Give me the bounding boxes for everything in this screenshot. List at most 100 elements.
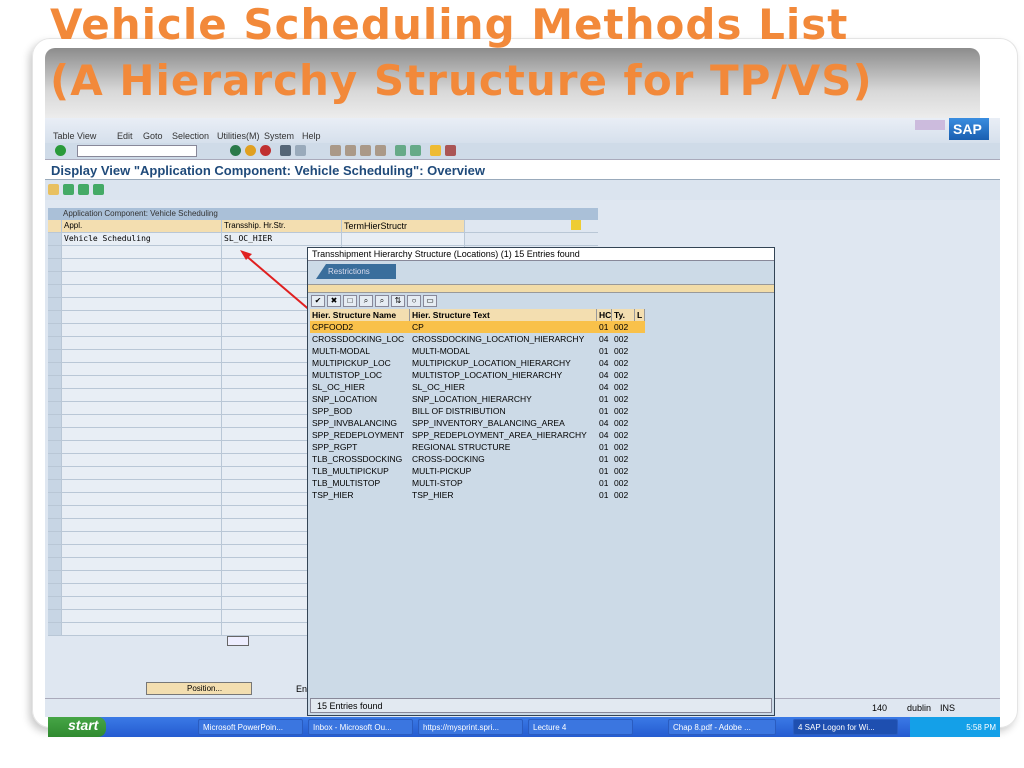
- hit-cell: 04: [599, 382, 609, 392]
- hit-cell: 002: [614, 370, 629, 380]
- hit-list-row[interactable]: SNP_LOCATION SNP_LOCATION_HIERARCHY 01 002: [310, 393, 645, 405]
- hit-list-row[interactable]: CROSSDOCKING_LOC CROSSDOCKING_LOCATION_HI…: [310, 333, 645, 345]
- hit-list-row[interactable]: MULTIPICKUP_LOC MULTIPICKUP_LOCATION_HIER…: [310, 357, 645, 369]
- hit-cell: 04: [599, 370, 609, 380]
- hit-cell: [635, 321, 645, 333]
- hit-cell: 04: [599, 358, 609, 368]
- hit-list: Hier. Structure Name Hier. Structure Tex…: [310, 309, 645, 501]
- hit-cell: TLB_MULTISTOP: [312, 478, 381, 488]
- hit-cell: 002: [614, 478, 629, 488]
- hit-cell: 002: [614, 490, 629, 500]
- hit-cell: 01: [599, 394, 609, 404]
- hit-cell: CP: [410, 321, 597, 333]
- hit-cell: 002: [614, 382, 629, 392]
- hit-cell: [635, 429, 645, 441]
- hit-cell: [635, 369, 645, 381]
- task-pdf[interactable]: Chap 8.pdf - Adobe ...: [668, 719, 776, 735]
- col-ty[interactable]: Ty.: [612, 309, 635, 321]
- hit-cell: CPFOOD2: [310, 321, 410, 333]
- hit-list-row[interactable]: MULTI-MODAL MULTI-MODAL 01 002: [310, 345, 645, 357]
- hit-cell: TSP_HIER: [412, 490, 454, 500]
- hit-cell: REGIONAL STRUCTURE: [412, 442, 511, 452]
- hit-cell: MULTI-MODAL: [312, 346, 370, 356]
- col-text[interactable]: Hier. Structure Text: [410, 309, 597, 321]
- task-powerpoint[interactable]: Microsoft PowerPoin...: [198, 719, 303, 735]
- start-button[interactable]: start: [48, 717, 106, 737]
- hit-cell: 04: [599, 418, 609, 428]
- hit-list-row[interactable]: TLB_CROSSDOCKING CROSS-DOCKING 01 002: [310, 453, 645, 465]
- task-sap-logon[interactable]: 4 SAP Logon for Wi...: [793, 719, 898, 735]
- hit-cell: 01: [599, 454, 609, 464]
- find-next-icon[interactable]: ⌕: [375, 295, 389, 307]
- hit-cell: BILL OF DISTRIBUTION: [412, 406, 506, 416]
- new-icon[interactable]: □: [343, 295, 357, 307]
- hit-cell: 01: [597, 321, 612, 333]
- hit-list-row[interactable]: SL_OC_HIER SL_OC_HIER 04 002: [310, 381, 645, 393]
- hit-cell: [635, 417, 645, 429]
- hit-cell: 01: [599, 406, 609, 416]
- hit-cell: [635, 357, 645, 369]
- confirm-icon[interactable]: ✔: [311, 295, 325, 307]
- hit-cell: [635, 453, 645, 465]
- hit-cell: 002: [614, 454, 629, 464]
- hit-cell: SPP_REDEPLOYMENT_AREA_HIERARCHY: [412, 430, 587, 440]
- hit-cell: [635, 465, 645, 477]
- restrictions-collapse-bar[interactable]: [308, 284, 774, 293]
- hit-cell: TSP_HIER: [312, 490, 354, 500]
- hit-list-row[interactable]: CPFOOD2 CP 01 002: [310, 321, 645, 333]
- hit-cell: 002: [614, 358, 629, 368]
- popup-toolbar: ✔ ✖ □ ⌕ ⌕ ⇅ ○ ▭: [311, 295, 437, 308]
- taskbar: start Microsoft PowerPoin... Inbox - Mic…: [48, 717, 1000, 737]
- hit-cell: TLB_MULTIPICKUP: [312, 466, 389, 476]
- task-outlook[interactable]: Inbox - Microsoft Ou...: [308, 719, 413, 735]
- hit-cell: [635, 489, 645, 501]
- hit-cell: SPP_REDEPLOYMENT: [312, 430, 405, 440]
- hit-cell: CROSSDOCKING_LOC: [312, 334, 405, 344]
- sort-icon[interactable]: ⇅: [391, 295, 405, 307]
- hit-cell: 002: [612, 321, 635, 333]
- info-icon[interactable]: ○: [407, 295, 421, 307]
- task-browser[interactable]: https://mysprint.spri...: [418, 719, 523, 735]
- hit-cell: MULTISTOP_LOCATION_HIERARCHY: [412, 370, 563, 380]
- hit-cell: 01: [599, 490, 609, 500]
- popup-status: 15 Entries found: [310, 698, 772, 713]
- hit-list-row[interactable]: TSP_HIER TSP_HIER 01 002: [310, 489, 645, 501]
- hit-list-row[interactable]: SPP_INVBALANCING SPP_INVENTORY_BALANCING_…: [310, 417, 645, 429]
- clock: 5:58 PM: [910, 717, 1000, 737]
- hit-cell: CROSS-DOCKING: [412, 454, 485, 464]
- hit-cell: [635, 345, 645, 357]
- hit-cell: SPP_BOD: [312, 406, 353, 416]
- hit-cell: SL_OC_HIER: [412, 382, 465, 392]
- hit-cell: MULTIPICKUP_LOCATION_HIERARCHY: [412, 358, 571, 368]
- hit-cell: 04: [599, 334, 609, 344]
- hit-cell: CROSSDOCKING_LOCATION_HIERARCHY: [412, 334, 585, 344]
- find-icon[interactable]: ⌕: [359, 295, 373, 307]
- hit-cell: SNP_LOCATION: [312, 394, 378, 404]
- hit-list-row[interactable]: TLB_MULTISTOP MULTI-STOP 01 002: [310, 477, 645, 489]
- hit-cell: [635, 477, 645, 489]
- hit-cell: 002: [614, 418, 629, 428]
- task-lecture[interactable]: Lecture 4: [528, 719, 633, 735]
- hit-cell: 04: [599, 430, 609, 440]
- hit-cell: [635, 441, 645, 453]
- hit-cell: MULTIPICKUP_LOC: [312, 358, 391, 368]
- tab-restrictions[interactable]: Restrictions: [316, 264, 396, 279]
- col-name[interactable]: Hier. Structure Name: [310, 309, 410, 321]
- col-l[interactable]: L: [635, 309, 645, 321]
- hit-cell: SL_OC_HIER: [312, 382, 365, 392]
- hit-cell: 002: [614, 394, 629, 404]
- hit-list-row[interactable]: MULTISTOP_LOC MULTISTOP_LOCATION_HIERARCH…: [310, 369, 645, 381]
- hit-list-row[interactable]: SPP_REDEPLOYMENT SPP_REDEPLOYMENT_AREA_HI…: [310, 429, 645, 441]
- hit-cell: [635, 393, 645, 405]
- hit-list-row[interactable]: SPP_RGPT REGIONAL STRUCTURE 01 002: [310, 441, 645, 453]
- col-hc[interactable]: HC: [597, 309, 612, 321]
- hit-cell: 002: [614, 430, 629, 440]
- print-icon[interactable]: ▭: [423, 295, 437, 307]
- hit-list-row[interactable]: TLB_MULTIPICKUP MULTI-PICKUP 01 002: [310, 465, 645, 477]
- hit-cell: 002: [614, 442, 629, 452]
- hit-cell: SPP_INVBALANCING: [312, 418, 398, 428]
- cancel-icon[interactable]: ✖: [327, 295, 341, 307]
- hit-cell: MULTI-STOP: [412, 478, 463, 488]
- popup-title: Transshipment Hierarchy Structure (Locat…: [308, 248, 774, 261]
- hit-list-row[interactable]: SPP_BOD BILL OF DISTRIBUTION 01 002: [310, 405, 645, 417]
